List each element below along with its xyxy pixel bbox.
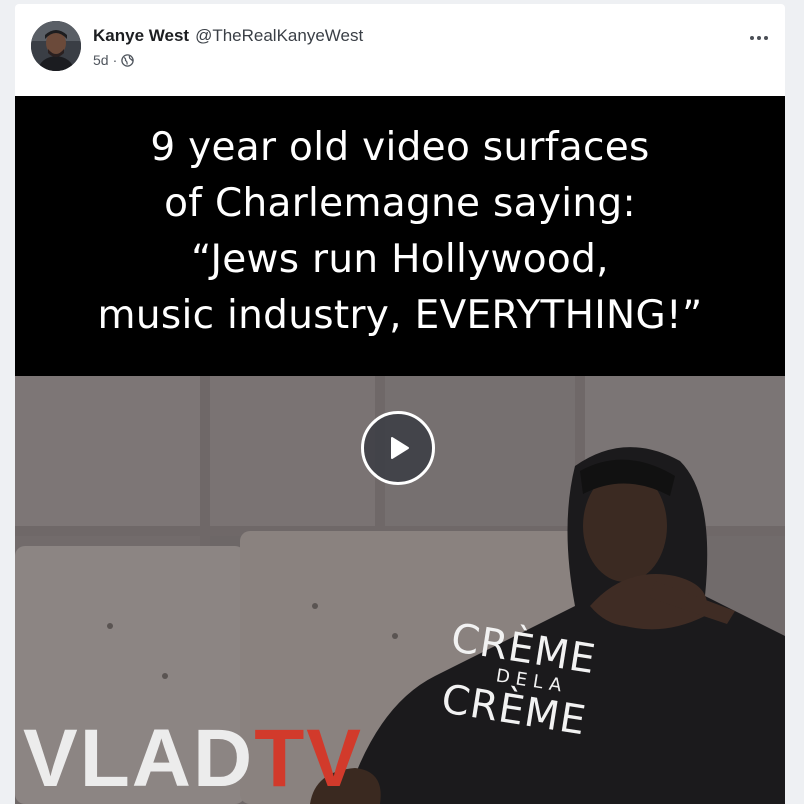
author-name[interactable]: Kanye West <box>93 26 189 45</box>
play-button[interactable] <box>361 411 435 485</box>
post-card: Kanye West @TheRealKanyeWest 5d · 9 year… <box>15 4 785 804</box>
vladtv-watermark: VLADTV <box>23 714 363 804</box>
author-line: Kanye West @TheRealKanyeWest <box>93 26 363 46</box>
watermark-text-accent: TV <box>254 713 364 804</box>
watermark-text: VLAD <box>23 713 255 804</box>
more-horizontal-icon <box>750 36 754 40</box>
play-icon <box>391 437 409 459</box>
page: Kanye West @TheRealKanyeWest 5d · 9 year… <box>0 0 804 804</box>
video-player[interactable]: 9 year old video surfaces of Charlemagne… <box>15 96 785 804</box>
post-meta: 5d · <box>93 52 134 68</box>
avatar[interactable] <box>31 21 81 71</box>
more-dot <box>757 36 761 40</box>
video-caption-band: 9 year old video surfaces of Charlemagne… <box>15 96 785 376</box>
avatar-image <box>31 21 81 71</box>
more-options-button[interactable] <box>743 24 775 52</box>
globe-icon <box>121 53 134 67</box>
post-header: Kanye West @TheRealKanyeWest 5d · <box>15 4 785 96</box>
meta-separator: · <box>112 52 118 68</box>
author-handle[interactable]: @TheRealKanyeWest <box>195 26 363 45</box>
more-dot <box>764 36 768 40</box>
video-caption: 9 year old video surfaces of Charlemagne… <box>97 125 703 338</box>
post-time[interactable]: 5d <box>93 52 109 68</box>
page-margin <box>785 0 804 804</box>
